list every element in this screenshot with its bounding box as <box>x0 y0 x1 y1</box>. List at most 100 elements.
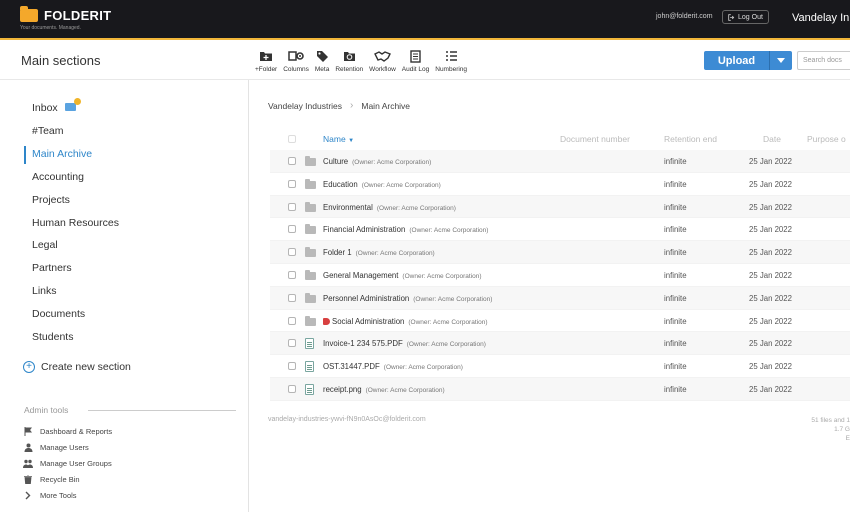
file-icon <box>305 361 314 373</box>
row-name-cell[interactable]: Culture (Owner: Acme Corporation) <box>323 157 431 166</box>
folder-email-address[interactable]: vandelay-industries-ywvi-fN9n0AsOc@folde… <box>268 416 426 423</box>
table-row[interactable]: Personnel Administration (Owner: Acme Cor… <box>270 286 850 310</box>
upload-dropdown-toggle[interactable] <box>769 51 792 70</box>
row-checkbox[interactable] <box>288 384 296 393</box>
select-all-checkbox[interactable] <box>288 135 296 143</box>
row-name-cell[interactable]: Invoice-1 234 575.PDF (Owner: Acme Corpor… <box>323 339 486 348</box>
row-retention: infinite <box>664 225 687 235</box>
column-header-purpose[interactable]: Purpose o <box>807 134 846 144</box>
add-folder-button[interactable]: +Folder <box>252 49 280 73</box>
table-row[interactable]: Social Administration (Owner: Acme Corpor… <box>270 310 850 333</box>
row-owner: (Owner: Acme Corporation) <box>413 295 493 303</box>
tag-icon <box>323 317 330 325</box>
row-date: 25 Jan 2022 <box>749 248 792 258</box>
sidebar-item-legal[interactable]: Legal <box>32 239 58 251</box>
column-header-name[interactable]: Name ▼ <box>323 134 354 144</box>
table-row[interactable]: General Management (Owner: Acme Corporati… <box>270 264 850 287</box>
audit-log-button[interactable]: Audit Log <box>399 49 432 73</box>
table-row[interactable]: OST.31447.PDF (Owner: Acme Corporation) in… <box>270 355 850 378</box>
row-checkbox[interactable] <box>288 179 296 188</box>
row-name-cell[interactable]: Education (Owner: Acme Corporation) <box>323 180 441 189</box>
folder-logo-icon <box>20 6 38 22</box>
row-retention: infinite <box>664 202 687 212</box>
users-icon <box>23 459 33 468</box>
table-row[interactable]: Invoice-1 234 575.PDF (Owner: Acme Corpor… <box>270 332 850 356</box>
table-row[interactable]: Financial Administration (Owner: Acme Cor… <box>270 218 850 242</box>
retention-button[interactable]: Retention <box>332 49 366 73</box>
sidebar-item-team[interactable]: #Team <box>32 125 64 137</box>
admin-item-label: Manage Users <box>40 443 89 452</box>
admin-manage-user-groups[interactable]: Manage User Groups <box>23 459 112 468</box>
column-header-document-number[interactable]: Document number <box>560 134 630 144</box>
row-date: 25 Jan 2022 <box>749 270 792 280</box>
row-checkbox[interactable] <box>288 157 296 165</box>
row-name-cell[interactable]: Folder 1 (Owner: Acme Corporation) <box>323 248 435 257</box>
folder-icon <box>305 292 316 303</box>
file-table: Name ▼ Document number Retention end Dat… <box>270 128 850 401</box>
column-header-date[interactable]: Date <box>763 134 781 144</box>
table-row[interactable]: Folder 1 (Owner: Acme Corporation) infinit… <box>270 241 850 264</box>
row-name-cell[interactable]: Environmental (Owner: Acme Corporation) <box>323 203 456 212</box>
row-checkbox[interactable] <box>288 362 296 371</box>
row-checkbox[interactable] <box>288 202 296 211</box>
row-name-cell[interactable]: Social Administration (Owner: Acme Corpor… <box>323 317 488 326</box>
admin-more-tools[interactable]: More Tools <box>23 491 77 500</box>
admin-divider <box>88 410 236 411</box>
search-input[interactable]: Search docs <box>797 51 850 70</box>
columns-button[interactable]: Columns <box>280 49 312 73</box>
sidebar-item-inbox[interactable]: Inbox <box>32 98 81 114</box>
row-checkbox[interactable] <box>288 293 296 302</box>
numbered-list-icon <box>445 51 457 61</box>
table-row[interactable]: Education (Owner: Acme Corporation) infini… <box>270 173 850 196</box>
sidebar-item-links[interactable]: Links <box>32 285 57 297</box>
table-row[interactable]: receipt.png (Owner: Acme Corporation) infi… <box>270 377 850 401</box>
column-header-retention-end[interactable]: Retention end <box>664 134 717 144</box>
sidebar-item-students[interactable]: Students <box>32 331 73 343</box>
row-name: Education <box>323 179 358 189</box>
row-name-cell[interactable]: receipt.png (Owner: Acme Corporation) <box>323 385 445 394</box>
sidebar-item-main-archive[interactable]: Main Archive <box>32 148 92 160</box>
row-name-cell[interactable]: Personnel Administration (Owner: Acme Cor… <box>323 294 492 303</box>
sidebar-item-human-resources[interactable]: Human Resources <box>32 217 119 229</box>
file-count: 51 files and 1 <box>811 417 850 424</box>
sidebar-item-documents[interactable]: Documents <box>32 308 85 320</box>
logout-button[interactable]: Log Out <box>722 10 769 24</box>
folder-icon <box>305 315 316 326</box>
admin-tools-heading: Admin tools <box>24 405 69 415</box>
numbering-button[interactable]: Numbering <box>432 49 470 73</box>
sidebar-item-accounting[interactable]: Accounting <box>32 171 84 183</box>
create-section-button[interactable]: + Create new section <box>23 361 131 373</box>
table-row[interactable]: Culture (Owner: Acme Corporation) infinite… <box>270 150 850 173</box>
sidebar-item-projects[interactable]: Projects <box>32 194 70 206</box>
upload-button[interactable]: Upload <box>704 51 792 70</box>
row-owner: (Owner: Acme Corporation) <box>409 227 489 235</box>
org-name[interactable]: Vandelay In <box>792 12 849 24</box>
folder-plus-icon <box>260 52 273 61</box>
workflow-button[interactable]: Workflow <box>366 49 399 73</box>
row-checkbox[interactable] <box>288 316 296 325</box>
meta-button[interactable]: Meta <box>312 49 332 73</box>
sidebar-item-partners[interactable]: Partners <box>32 262 72 274</box>
upload-label: Upload <box>717 54 756 67</box>
user-icon <box>24 443 32 452</box>
admin-dashboard-reports[interactable]: Dashboard & Reports <box>23 427 112 436</box>
breadcrumb-root[interactable]: Vandelay Industries <box>268 101 342 111</box>
row-name-cell[interactable]: General Management (Owner: Acme Corporati… <box>323 271 482 280</box>
logo[interactable]: FOLDERIT Your documents. Managed. <box>20 6 111 31</box>
row-name-cell[interactable]: Financial Administration (Owner: Acme Cor… <box>323 225 488 234</box>
row-checkbox[interactable] <box>288 270 296 279</box>
row-retention: infinite <box>664 384 687 394</box>
folder-icon <box>305 178 316 189</box>
admin-recycle-bin[interactable]: Recycle Bin <box>23 475 80 484</box>
row-name-cell[interactable]: OST.31447.PDF (Owner: Acme Corporation) <box>323 362 463 371</box>
row-checkbox[interactable] <box>288 248 296 257</box>
row-checkbox[interactable] <box>288 339 296 348</box>
table-header: Name ▼ Document number Retention end Dat… <box>270 128 850 150</box>
row-owner: (Owner: Acme Corporation) <box>361 181 441 189</box>
row-checkbox[interactable] <box>288 225 296 234</box>
logout-icon <box>728 13 735 21</box>
user-email[interactable]: john@folderit.com <box>656 13 713 20</box>
admin-manage-users[interactable]: Manage Users <box>23 443 89 452</box>
table-row[interactable]: Environmental (Owner: Acme Corporation) in… <box>270 195 850 219</box>
trash-icon <box>24 475 32 484</box>
